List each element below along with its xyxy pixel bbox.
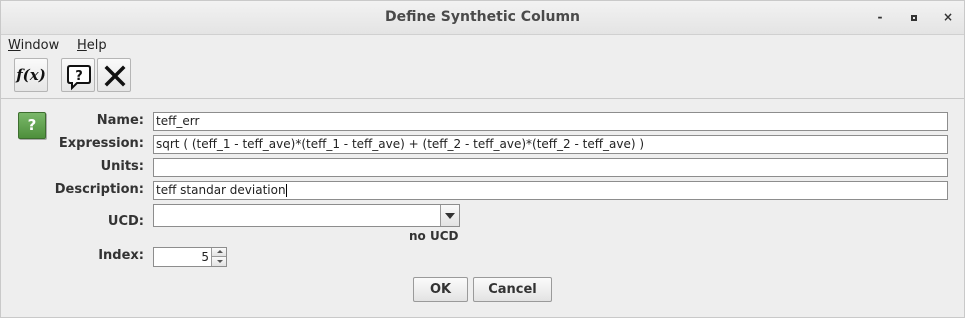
- chevron-down-icon: [445, 213, 455, 219]
- arrow-up-icon: [217, 250, 223, 253]
- maximize-icon: [911, 15, 917, 21]
- menu-window-mnemonic: W: [8, 38, 21, 53]
- menu-help-mnemonic: H: [77, 38, 87, 53]
- function-icon: f(x): [16, 66, 46, 84]
- maximize-button[interactable]: [907, 10, 921, 24]
- name-input[interactable]: teff_err: [153, 112, 948, 131]
- minimize-button[interactable]: -: [873, 10, 887, 24]
- menu-window-label: indow: [20, 38, 60, 53]
- toolbar-close-button[interactable]: [97, 58, 131, 92]
- menu-help-label: elp: [86, 38, 107, 53]
- index-spinner[interactable]: 5: [153, 247, 227, 267]
- description-input[interactable]: teff standar deviation: [153, 181, 948, 200]
- toolbar-divider: [1, 98, 964, 99]
- toolbar-help-button[interactable]: ?: [61, 58, 95, 92]
- menu-bar: Window Help: [1, 36, 964, 56]
- description-label: Description:: [54, 182, 144, 197]
- function-button[interactable]: f(x): [14, 58, 48, 92]
- ucd-dropdown-button[interactable]: [440, 205, 459, 226]
- description-value: teff standar deviation: [156, 183, 286, 197]
- arrow-down-icon: [217, 260, 223, 263]
- ucd-status: no UCD: [409, 229, 459, 243]
- spinner-up-button[interactable]: [211, 248, 226, 257]
- index-label: Index:: [98, 248, 144, 263]
- svg-text:?: ?: [75, 69, 83, 84]
- ucd-label: UCD:: [107, 214, 144, 229]
- expression-label: Expression:: [58, 136, 144, 151]
- ok-button[interactable]: OK: [413, 277, 468, 302]
- spinner-down-button[interactable]: [211, 257, 226, 266]
- title-bar[interactable]: Define Synthetic Column - ×: [1, 1, 964, 35]
- dialog-window: Define Synthetic Column - × Window Help …: [0, 0, 965, 318]
- help-bubble-icon: ?: [67, 65, 91, 91]
- text-caret: [285, 184, 287, 197]
- expression-input[interactable]: sqrt ( (teff_1 - teff_ave)*(teff_1 - tef…: [153, 135, 948, 154]
- name-label: Name:: [96, 113, 144, 128]
- units-label: Units:: [100, 159, 144, 174]
- cancel-button[interactable]: Cancel: [473, 277, 552, 302]
- menu-window[interactable]: Window: [8, 38, 59, 53]
- close-icon: [104, 65, 126, 87]
- close-window-button[interactable]: ×: [941, 10, 955, 24]
- index-value: 5: [201, 250, 209, 264]
- window-title: Define Synthetic Column: [384, 9, 581, 25]
- ucd-combobox[interactable]: [153, 204, 460, 227]
- menu-help[interactable]: Help: [77, 38, 107, 53]
- toolbar: f(x) ?: [1, 56, 964, 96]
- units-input[interactable]: [153, 158, 948, 177]
